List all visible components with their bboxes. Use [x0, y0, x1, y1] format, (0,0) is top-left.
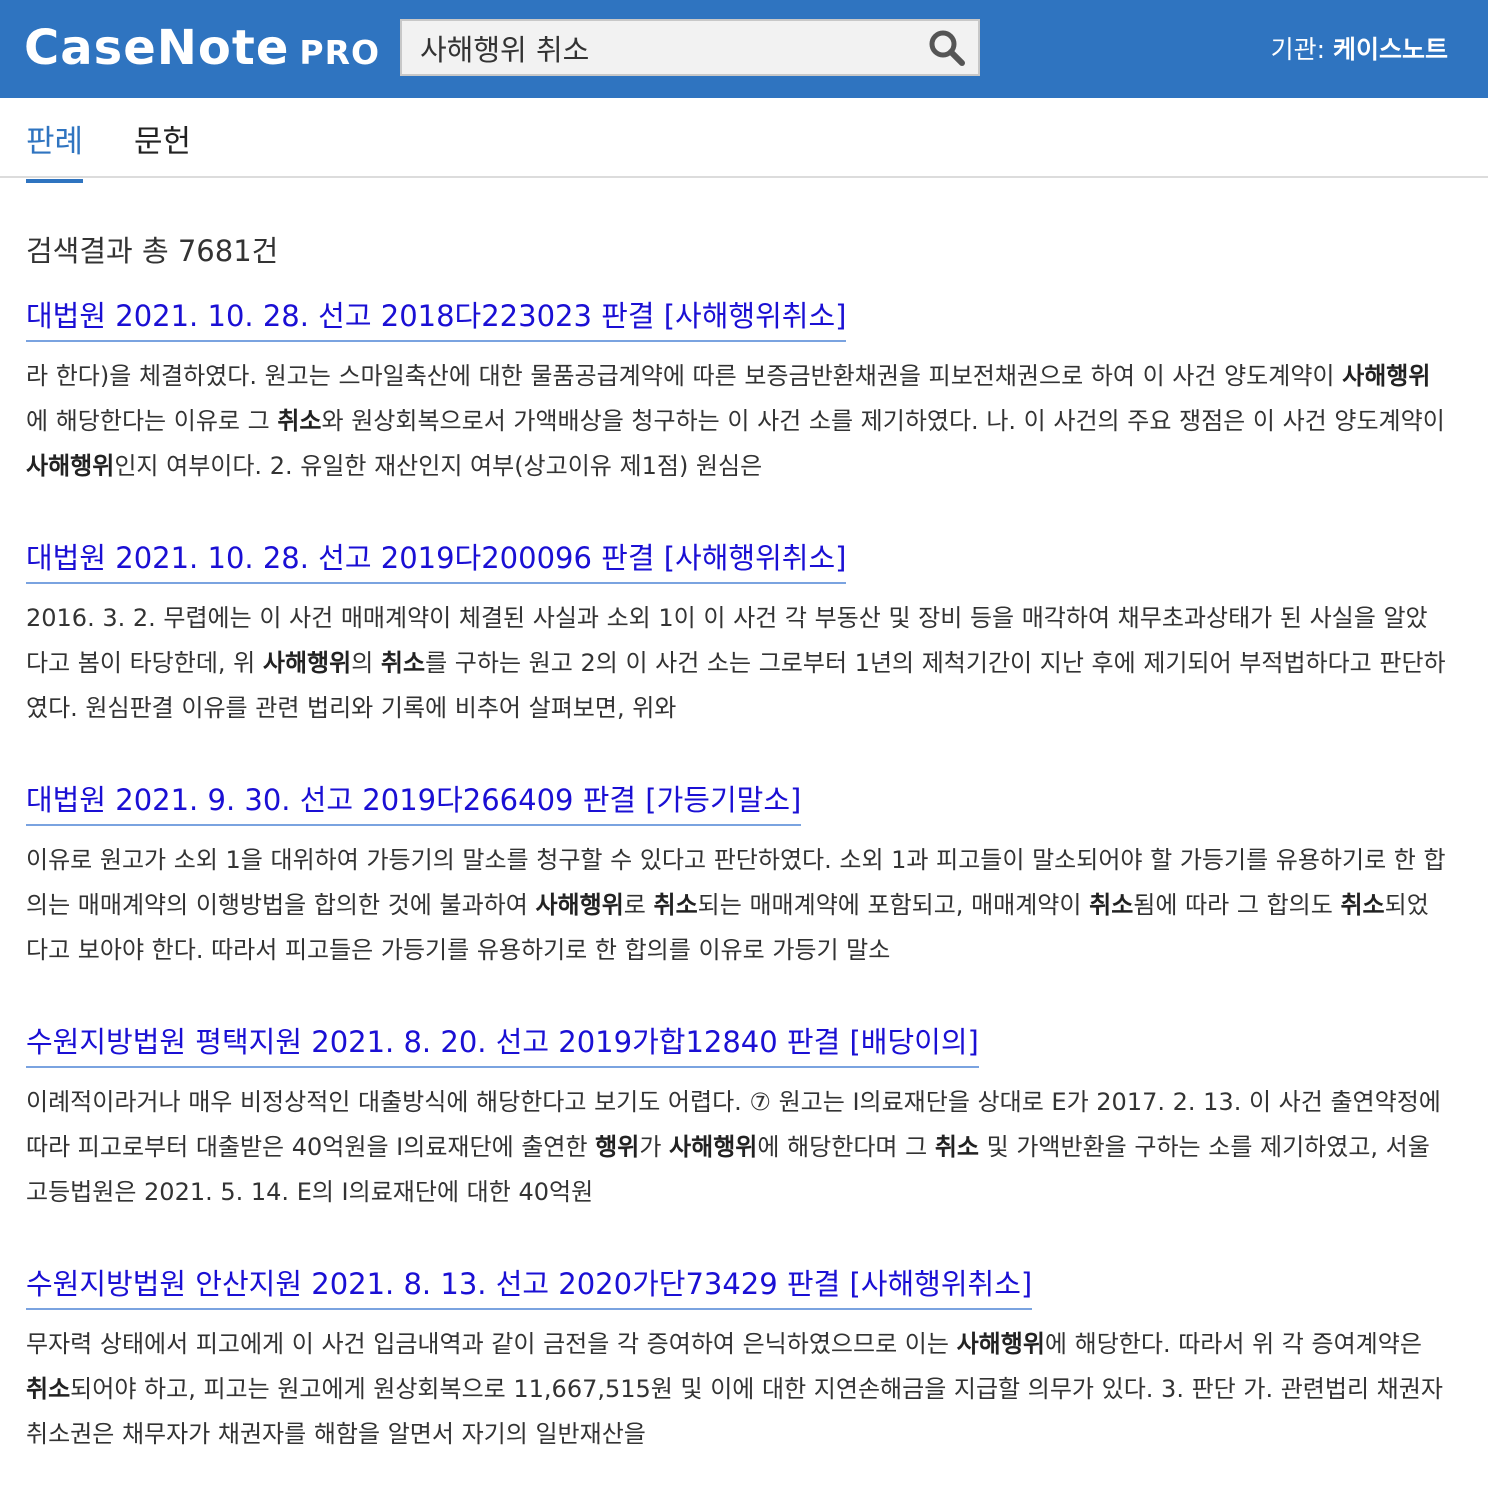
- result-item: 대법원 2021. 9. 30. 선고 2019다266409 판결 [가등기말…: [26, 780, 1446, 1022]
- result-item: 수원지방법원 평택지원 2021. 8. 20. 선고 2019가합12840 …: [26, 1022, 1446, 1264]
- highlighted-keyword: 취소: [277, 407, 322, 435]
- result-item: 수원지방법원 안산지원 2021. 8. 13. 선고 2020가단73429 …: [26, 1264, 1446, 1506]
- result-snippet: 이례적이라거나 매우 비정상적인 대출방식에 해당한다고 보기도 어렵다. ⑦ …: [26, 1080, 1446, 1215]
- top-bar: CaseNotePRO 기관: 케이스노트: [0, 0, 1488, 98]
- highlighted-keyword: 사해행위: [535, 891, 624, 919]
- tab-cases[interactable]: 판례: [26, 116, 84, 183]
- logo-pro-badge: PRO: [299, 33, 381, 72]
- highlighted-keyword: 취소: [26, 1375, 71, 1403]
- tab-bar: 판례 문헌: [0, 98, 1488, 183]
- snippet-text: 인지 여부이다. 2. 유일한 재산인지 여부(상고이유 제1점) 원심은: [114, 452, 763, 480]
- snippet-text: 의: [351, 649, 381, 677]
- search-input[interactable]: [402, 21, 922, 74]
- highlighted-keyword: 취소: [934, 1133, 979, 1161]
- highlighted-keyword: 취소: [380, 649, 426, 677]
- highlighted-keyword: 사해행위: [669, 1133, 758, 1161]
- snippet-text: 에 해당한다는 이유로 그: [26, 407, 278, 435]
- snippet-text: 로: [623, 891, 654, 919]
- snippet-text: 되어야 하고, 피고는 원고에게 원상회복으로 11,667,515원 및 이에…: [26, 1375, 1443, 1448]
- search-box: [400, 19, 980, 76]
- snippet-text: 됨에 따라 그 합의도: [1133, 891, 1341, 919]
- result-item: 대법원 2021. 10. 28. 선고 2019다200096 판결 [사해행…: [26, 538, 1446, 780]
- highlighted-keyword: 사해행위: [26, 452, 115, 480]
- result-title-link[interactable]: 수원지방법원 안산지원 2021. 8. 13. 선고 2020가단73429 …: [26, 1264, 1033, 1310]
- tab-documents[interactable]: 문헌: [134, 116, 191, 179]
- result-item: 대법원 2021. 10. 28. 선고 2018다223023 판결 [사해행…: [26, 296, 1446, 538]
- result-snippet: 이유로 원고가 소외 1을 대위하여 가등기의 말소를 청구할 수 있다고 판단…: [26, 838, 1446, 973]
- highlighted-keyword: 취소: [1340, 891, 1385, 919]
- logo-text: CaseNote: [24, 20, 290, 76]
- snippet-text: 와 원상회복으로서 가액배상을 청구하는 이 사건 소를 제기하였다. 나. 이…: [321, 407, 1445, 435]
- result-title-link[interactable]: 대법원 2021. 9. 30. 선고 2019다266409 판결 [가등기말…: [26, 780, 802, 826]
- highlighted-keyword: 취소: [653, 891, 698, 919]
- snippet-text: 가: [639, 1133, 670, 1161]
- highlighted-keyword: 취소: [1089, 891, 1134, 919]
- snippet-text: 에 해당한다며 그: [757, 1133, 935, 1161]
- highlighted-keyword: 사해행위: [1342, 362, 1431, 390]
- highlighted-keyword: 사해행위: [262, 649, 352, 677]
- organization-label: 기관:: [1270, 35, 1333, 64]
- result-snippet: 라 한다)을 체결하였다. 원고는 스마일축산에 대한 물품공급계약에 따른 보…: [26, 354, 1446, 489]
- results-list: 대법원 2021. 10. 28. 선고 2018다223023 판결 [사해행…: [26, 296, 1446, 1506]
- snippet-text: 되는 매매계약에 포함되고, 매매계약이: [697, 891, 1090, 919]
- organization-info: 기관: 케이스노트: [1271, 30, 1448, 66]
- result-title-link[interactable]: 대법원 2021. 10. 28. 선고 2018다223023 판결 [사해행…: [26, 296, 847, 342]
- result-title-link[interactable]: 대법원 2021. 10. 28. 선고 2019다200096 판결 [사해행…: [26, 538, 847, 584]
- snippet-text: 무자력 상태에서 피고에게 이 사건 입금내역과 같이 금전을 각 증여하여 은…: [26, 1330, 957, 1358]
- result-title-link[interactable]: 수원지방법원 평택지원 2021. 8. 20. 선고 2019가합12840 …: [26, 1022, 979, 1068]
- result-count: 검색결과 총 7681건: [26, 234, 279, 268]
- result-snippet: 2016. 3. 2. 무렵에는 이 사건 매매계약이 체결된 사실과 소외 1…: [26, 596, 1446, 731]
- highlighted-keyword: 사해행위: [956, 1330, 1045, 1358]
- logo[interactable]: CaseNote PRO: [24, 18, 380, 78]
- organization-name[interactable]: 케이스노트: [1333, 35, 1448, 64]
- snippet-text: 에 해당한다. 따라서 위 각 증여계약은: [1044, 1330, 1422, 1358]
- result-snippet: 무자력 상태에서 피고에게 이 사건 입금내역과 같이 금전을 각 증여하여 은…: [26, 1322, 1446, 1457]
- highlighted-keyword: 행위: [595, 1133, 640, 1161]
- search-icon[interactable]: [928, 29, 966, 67]
- snippet-text: 라 한다)을 체결하였다. 원고는 스마일축산에 대한 물품공급계약에 따른 보…: [26, 362, 1343, 390]
